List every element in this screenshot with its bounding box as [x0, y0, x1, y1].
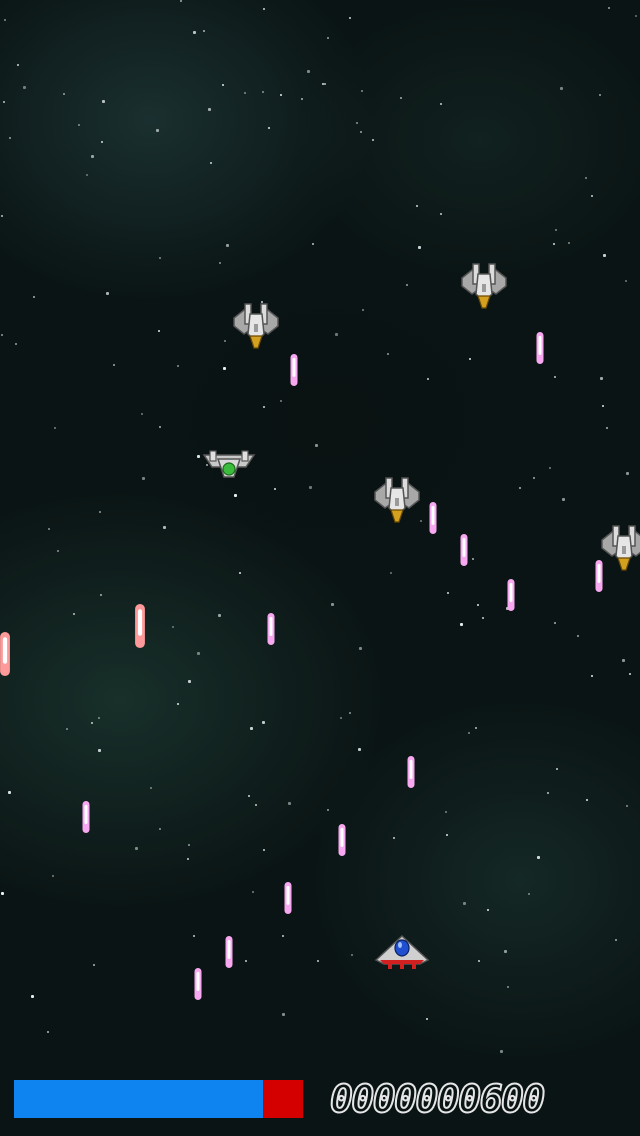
enemy-bullet — [267, 613, 275, 645]
enemy-bullet — [284, 882, 292, 914]
player-ship-icon[interactable] — [374, 930, 430, 970]
enemy-bullet — [194, 968, 202, 1000]
enemy-bullet — [407, 756, 415, 788]
health-bar — [14, 1080, 303, 1118]
grey-fighter-icon — [461, 263, 507, 309]
player-bullet — [135, 604, 145, 648]
enemy-bullet — [595, 560, 603, 592]
grey-fighter-icon — [374, 477, 420, 523]
enemy-bullet — [290, 354, 298, 386]
enemy-bullet — [536, 332, 544, 364]
enemy-bullet — [338, 824, 346, 856]
enemy-bullet — [225, 936, 233, 968]
green-scout-icon — [202, 450, 256, 478]
sprite-layer — [0, 0, 640, 1136]
hud: 0000000600 — [0, 1076, 640, 1122]
enemy-bullet — [507, 579, 515, 611]
grey-fighter-icon — [601, 525, 640, 571]
score-counter: 0000000600 — [329, 1076, 546, 1122]
game-screen[interactable]: 0000000600 — [0, 0, 640, 1136]
player-bullet — [0, 632, 10, 676]
health-bar-fill — [14, 1080, 263, 1118]
grey-fighter-icon — [233, 303, 279, 349]
enemy-bullet — [460, 534, 468, 566]
enemy-bullet — [429, 502, 437, 534]
enemy-bullet — [82, 801, 90, 833]
